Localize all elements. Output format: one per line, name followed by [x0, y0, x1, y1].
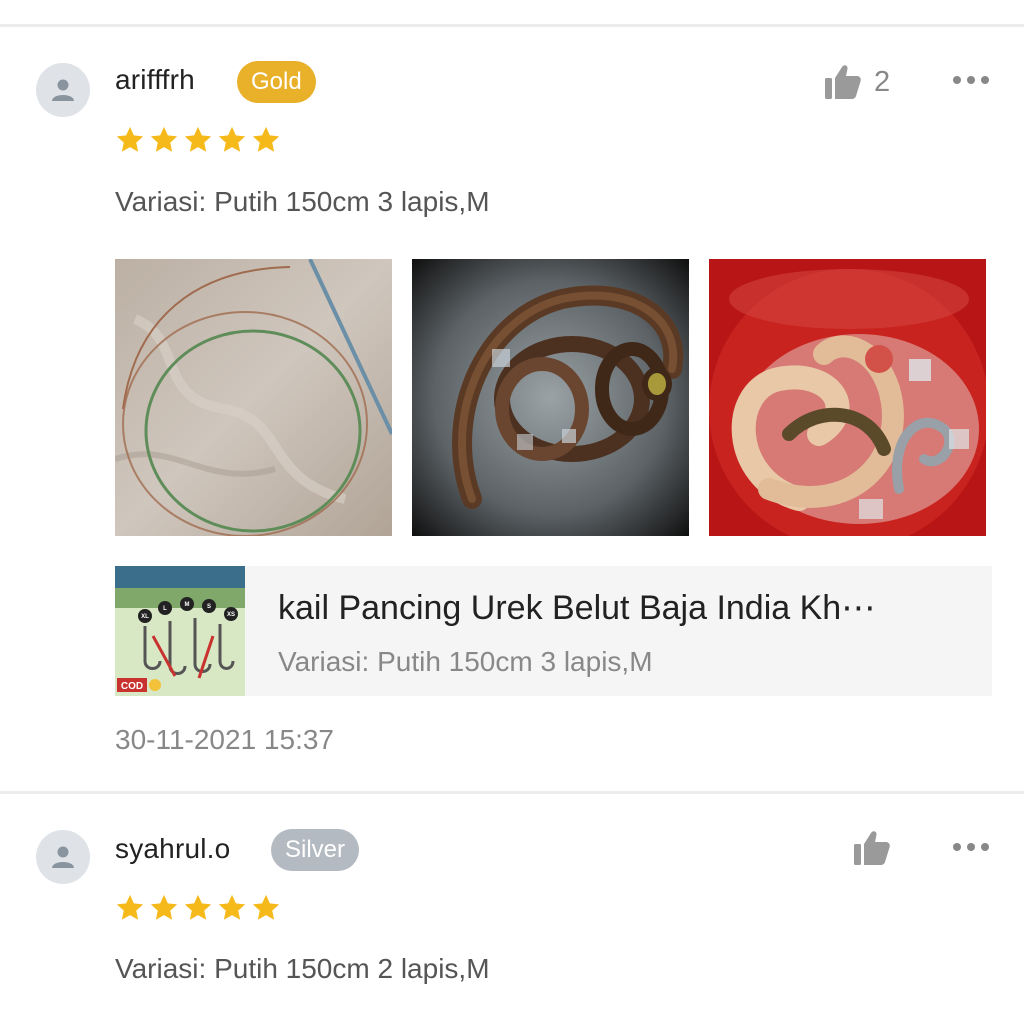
eels-in-red-bucket-photo: [709, 259, 986, 536]
like-count: 2: [874, 65, 891, 98]
cod-label: COD: [121, 681, 143, 692]
top-divider: [0, 24, 1024, 27]
star-icon: [252, 126, 280, 152]
size-label: L: [163, 606, 167, 612]
fishing-hook-product-icon: COD XL L M S XS: [115, 566, 245, 696]
avatar[interactable]: [36, 63, 90, 117]
product-card[interactable]: COD XL L M S XS kail Pancing Urek Belut …: [115, 566, 992, 696]
more-dots-icon[interactable]: [953, 843, 989, 851]
size-label: M: [185, 602, 190, 608]
variation-text: Variasi: Putih 150cm 2 lapis,M: [115, 953, 490, 984]
rating-stars: [115, 125, 281, 155]
like-button[interactable]: 2: [824, 64, 890, 100]
review-divider: [0, 791, 1024, 794]
review-photo[interactable]: [115, 259, 392, 536]
thumbs-up-icon: [854, 831, 890, 865]
star-icon: [184, 894, 212, 920]
avatar[interactable]: [36, 830, 90, 884]
size-label: XS: [227, 612, 235, 618]
star-icon: [252, 894, 280, 920]
tier-badge: Gold: [237, 61, 316, 103]
rating-stars: [115, 893, 281, 923]
user-icon: [52, 846, 74, 868]
username[interactable]: syahrul.o: [115, 833, 230, 865]
product-variation: Variasi: Putih 150cm 3 lapis,M: [278, 646, 653, 677]
eels-in-sink-photo: [412, 259, 689, 536]
review-photo[interactable]: [709, 259, 986, 536]
review-timestamp: 30-11-2021 15:37: [115, 724, 334, 755]
size-label: S: [207, 604, 211, 610]
more-dots-icon[interactable]: [953, 76, 989, 84]
user-icon: [52, 79, 74, 101]
star-icon: [218, 894, 246, 920]
star-icon: [184, 126, 212, 152]
product-name: kail Pancing Urek Belut Baja India Kh⋯: [278, 589, 876, 627]
username[interactable]: arifffrh: [115, 64, 195, 96]
like-button[interactable]: [853, 830, 903, 866]
tier-badge: Silver: [271, 829, 360, 871]
size-label: XL: [141, 614, 149, 620]
fishing-line-coil-photo: [115, 259, 392, 536]
star-icon: [150, 894, 178, 920]
review-photo[interactable]: [412, 259, 689, 536]
thumbs-up-icon: [825, 65, 861, 99]
star-icon: [116, 894, 144, 920]
star-icon: [150, 126, 178, 152]
star-icon: [218, 126, 246, 152]
star-icon: [116, 126, 144, 152]
variation-text: Variasi: Putih 150cm 3 lapis,M: [115, 186, 490, 217]
product-thumbnail: COD XL L M S XS: [115, 566, 245, 696]
